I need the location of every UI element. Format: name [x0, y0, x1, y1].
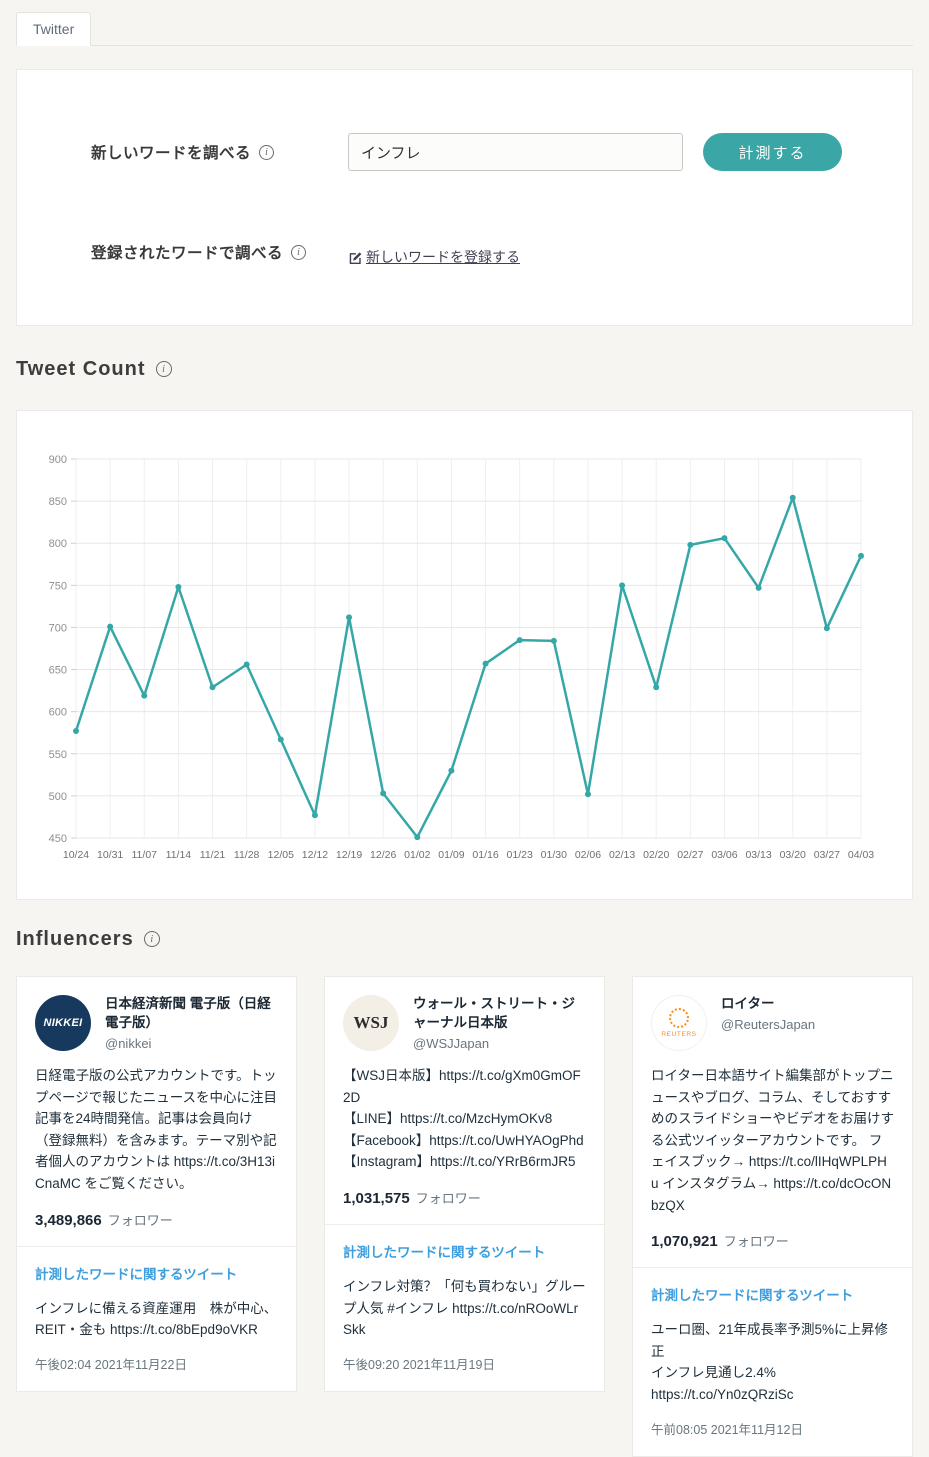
reuters-logo-icon	[669, 1008, 689, 1028]
account-bio: 【WSJ日本版】https://t.co/gXm0GmOF2D 【LINE】ht…	[343, 1068, 584, 1170]
tweet-timestamp: 午後09:20 2021年11月19日	[343, 1357, 495, 1372]
tweet-count-chart: 10/24 10/31 11/07 11/14 11/21 11/28 12/05 12/12…	[49, 454, 875, 861]
reuters-logo-text: REUTERS	[661, 1031, 697, 1038]
word-search-input[interactable]	[348, 133, 683, 171]
tweet-timestamp: 午後02:04 2021年11月22日	[35, 1357, 187, 1372]
influencer-cards: NIKKEI 日本経済新聞 電子版（日経電子版） @nikkei 日経電子版の公…	[16, 976, 913, 1457]
svg-text:12/19: 12/19	[336, 849, 362, 861]
followers-count: 1,070,921	[651, 1233, 718, 1251]
svg-text:02/06: 02/06	[575, 849, 601, 861]
followers-count: 3,489,866	[35, 1211, 102, 1229]
svg-text:700: 700	[49, 622, 67, 634]
svg-text:01/16: 01/16	[472, 849, 498, 861]
register-link-label: 新しいワードを登録する	[366, 249, 520, 265]
influencer-card-wsj: WSJ ウォール・ストリート・ジャーナル日本版 @WSJJapan 【WSJ日本…	[324, 976, 605, 1392]
tab-twitter-label: Twitter	[33, 21, 75, 37]
svg-text:10/24: 10/24	[63, 849, 89, 861]
tab-twitter[interactable]: Twitter	[16, 12, 92, 46]
account-handle: @WSJJapan	[413, 1035, 490, 1051]
svg-text:04/03: 04/03	[848, 849, 874, 861]
svg-text:01/09: 01/09	[438, 849, 464, 861]
tweet-text: インフレ対策？「何も買わない」グループ人気 #インフレ https://t.co…	[343, 1278, 586, 1338]
info-icon[interactable]: i	[155, 361, 172, 377]
tweet-timestamp: 午前08:05 2021年11月12日	[651, 1422, 803, 1437]
nikkei-avatar: NIKKEI	[35, 995, 91, 1051]
followers-count: 1,031,575	[343, 1189, 410, 1207]
followers-suffix: フォロワー	[415, 1190, 481, 1206]
svg-text:750: 750	[49, 580, 67, 592]
svg-text:900: 900	[49, 454, 67, 466]
measure-button[interactable]: 計測する	[703, 133, 842, 171]
new-word-label: 新しいワードを調べる	[91, 145, 252, 162]
svg-text:600: 600	[49, 707, 67, 719]
measured-word-tweets-link[interactable]: 計測したワードに関するツイート	[343, 1241, 545, 1261]
svg-text:01/02: 01/02	[404, 849, 430, 861]
info-icon[interactable]: i	[143, 931, 160, 947]
svg-text:03/13: 03/13	[745, 849, 771, 861]
svg-text:11/14: 11/14	[166, 849, 192, 861]
divider	[633, 1267, 912, 1269]
account-name: ウォール・ストリート・ジャーナル日本版	[413, 996, 575, 1030]
svg-text:12/12: 12/12	[302, 849, 328, 861]
wsj-avatar: WSJ	[343, 995, 399, 1051]
tweet-count-section-head: Tweet Count i	[16, 356, 913, 382]
edit-pencil-icon	[349, 252, 362, 264]
influencers-section-head: Influencers i	[16, 926, 913, 952]
svg-text:01/23: 01/23	[507, 849, 533, 861]
account-name: ロイター	[721, 996, 775, 1011]
influencer-card-reuters: REUTERS ロイター @ReutersJapan ロイター日本語サイト編集部…	[632, 976, 913, 1457]
svg-text:550: 550	[49, 749, 67, 761]
account-name: 日本経済新聞 電子版（日経電子版）	[105, 996, 271, 1030]
svg-text:650: 650	[49, 665, 67, 677]
followers-suffix: フォロワー	[107, 1212, 173, 1228]
info-icon[interactable]: i	[291, 244, 307, 260]
account-handle: @ReutersJapan	[721, 1016, 816, 1032]
svg-text:500: 500	[49, 791, 67, 803]
svg-text:02/13: 02/13	[609, 849, 635, 861]
word-search-panel: 新しいワードを調べる i 計測する 登録されたワードで調べる i 新しいワードを…	[16, 69, 913, 326]
svg-text:12/26: 12/26	[370, 849, 396, 861]
svg-text:01/30: 01/30	[541, 849, 567, 861]
registered-word-label: 登録されたワードで調べる	[91, 245, 284, 262]
svg-text:800: 800	[49, 538, 67, 550]
svg-text:11/21: 11/21	[200, 849, 226, 861]
account-bio: 日経電子版の公式アカウントです。トップページで報じたニュースを中心に注目記事を2…	[35, 1068, 278, 1191]
svg-text:03/06: 03/06	[711, 849, 737, 861]
tweet-text: ユーロ圏、21年成長率予測5%に上昇修正 インフレ見通し2.4% https:/…	[651, 1322, 889, 1402]
influencer-card-nikkei: NIKKEI 日本経済新聞 電子版（日経電子版） @nikkei 日経電子版の公…	[16, 976, 297, 1392]
info-icon[interactable]: i	[259, 144, 275, 160]
svg-text:11/28: 11/28	[234, 849, 260, 861]
svg-text:11/07: 11/07	[132, 849, 158, 861]
svg-text:03/20: 03/20	[780, 849, 806, 861]
reuters-avatar: REUTERS	[651, 995, 707, 1051]
tweet-count-title: Tweet Count	[16, 357, 146, 380]
register-new-word-link[interactable]: 新しいワードを登録する	[348, 247, 520, 267]
account-bio: ロイター日本語サイト編集部がトップニュースやブログ、コラム、そしておすすめのスラ…	[651, 1068, 894, 1213]
svg-text:850: 850	[49, 496, 67, 508]
svg-text:02/27: 02/27	[677, 849, 703, 861]
tab-bar: Twitter	[16, 12, 913, 46]
svg-text:450: 450	[49, 833, 67, 845]
svg-text:03/27: 03/27	[814, 849, 840, 861]
svg-text:12/05: 12/05	[268, 849, 294, 861]
wsj-logo-text: WSJ	[353, 1013, 389, 1032]
divider	[17, 1245, 296, 1247]
nikkei-logo-text: NIKKEI	[43, 1017, 83, 1029]
followers-suffix: フォロワー	[723, 1234, 789, 1250]
measured-word-tweets-link[interactable]: 計測したワードに関するツイート	[651, 1284, 853, 1304]
tweet-text: インフレに備える資産運用 株が中心、REIT・金も https://t.co/8…	[35, 1300, 278, 1338]
divider	[325, 1223, 604, 1225]
account-handle: @nikkei	[105, 1035, 152, 1051]
measured-word-tweets-link[interactable]: 計測したワードに関するツイート	[35, 1263, 237, 1283]
tweet-count-panel: 10/24 10/31 11/07 11/14 11/21 11/28 12/05 12/12…	[16, 410, 913, 900]
svg-text:02/20: 02/20	[643, 849, 669, 861]
influencers-title: Influencers	[16, 927, 134, 950]
svg-text:10/31: 10/31	[97, 849, 123, 861]
